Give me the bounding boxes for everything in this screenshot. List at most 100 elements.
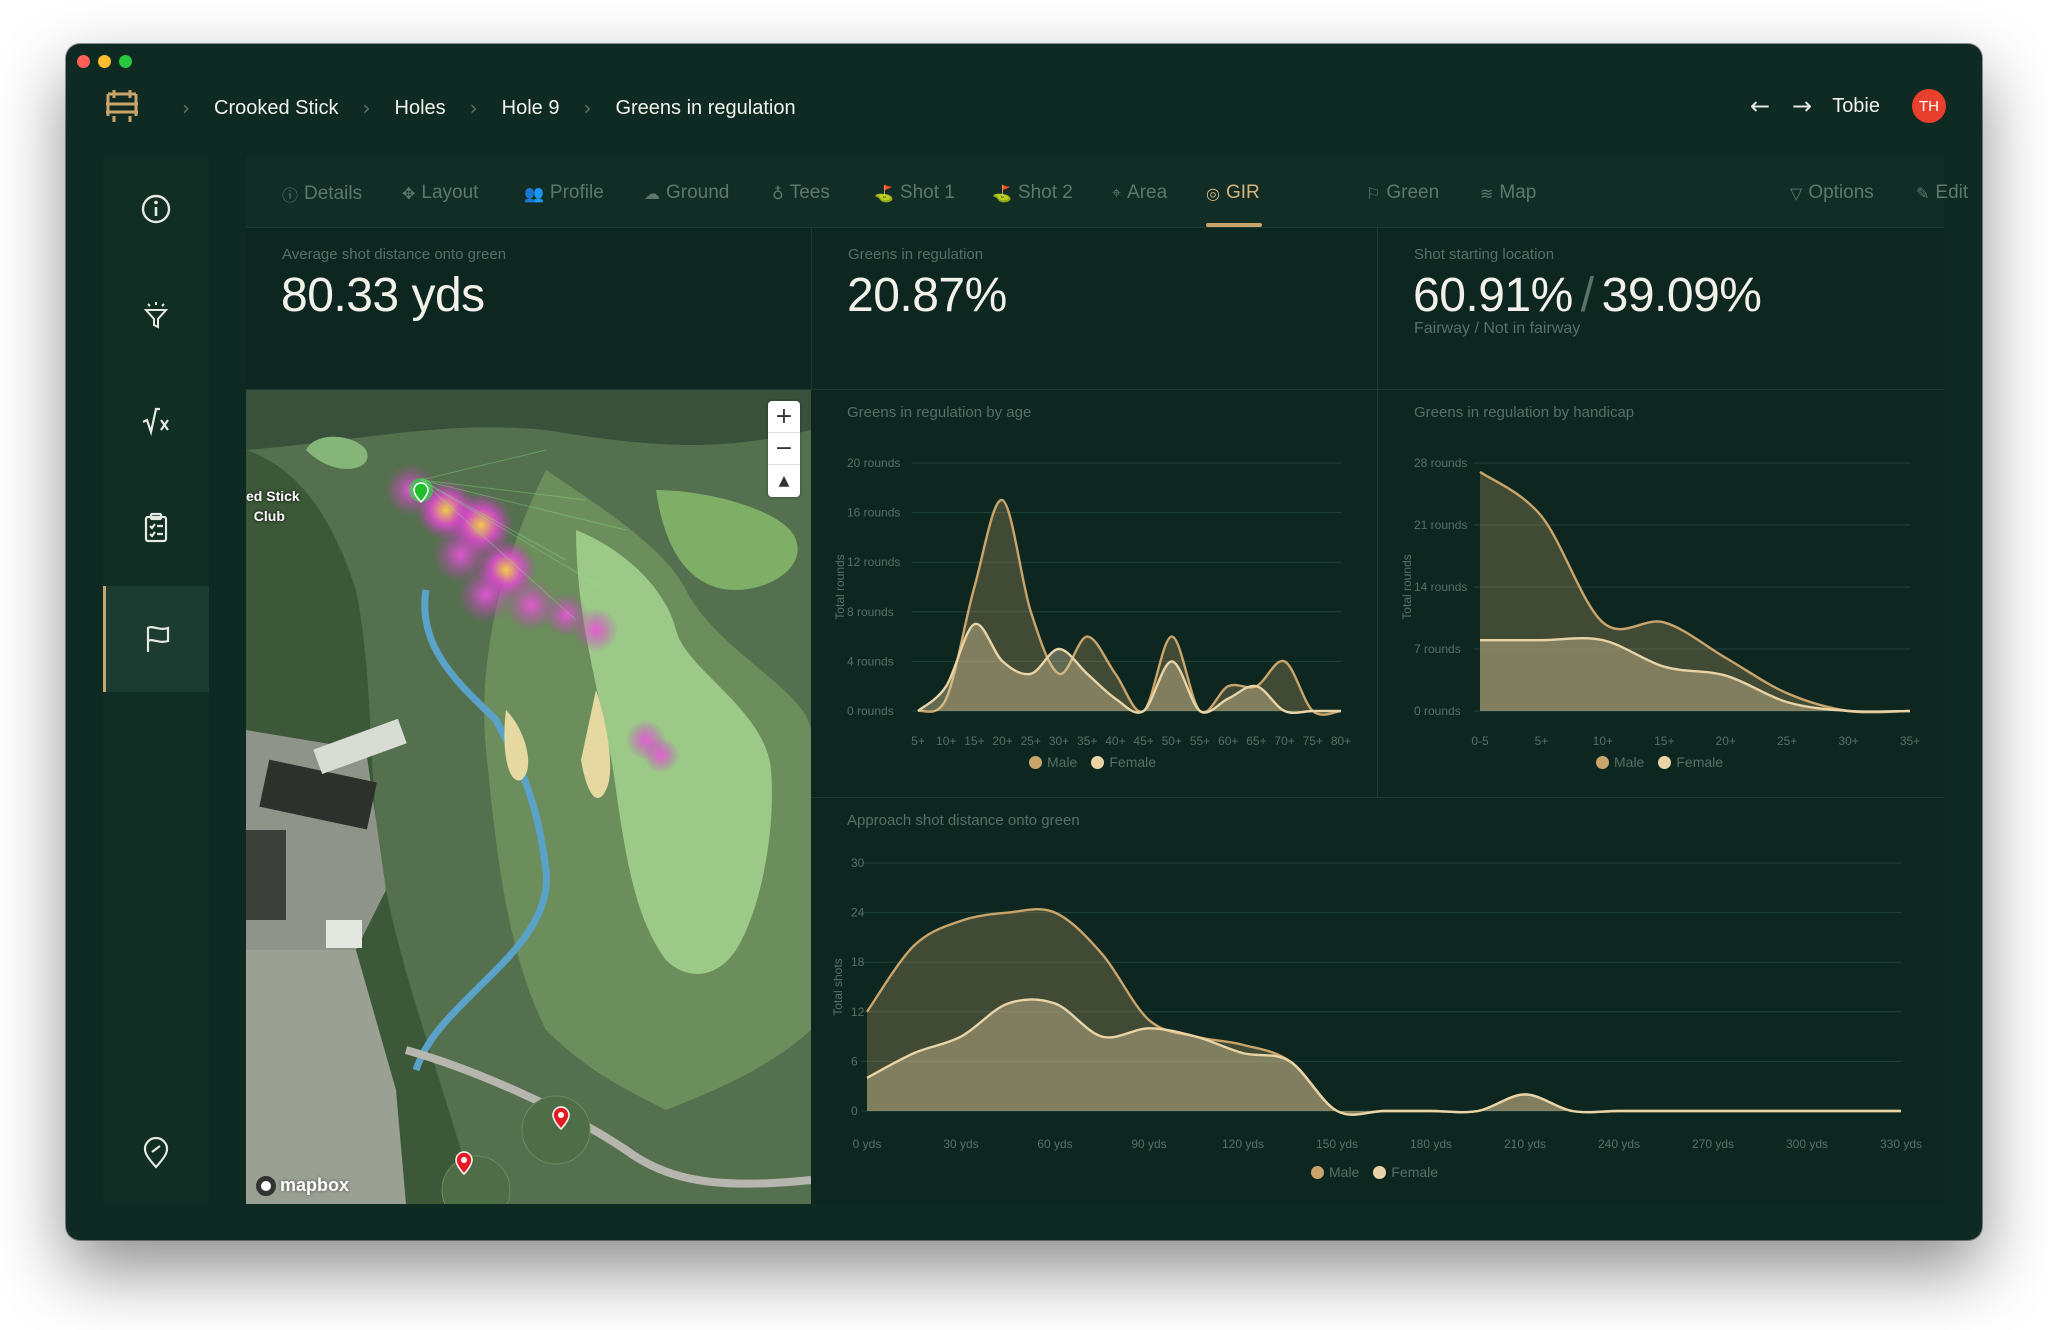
tab-layout[interactable]: ✥ Layout (402, 182, 478, 204)
legend-male[interactable]: Male (1311, 1164, 1359, 1180)
funnel-icon: ▽ (1790, 183, 1803, 203)
history-nav: ← → (1750, 92, 1812, 120)
tab-label: Map (1499, 182, 1537, 203)
sidebar-item-holes[interactable] (103, 586, 209, 692)
legend-swatch (1311, 1165, 1324, 1179)
x-tick-label: 45+ (1133, 734, 1153, 748)
legend-male[interactable]: Male (1596, 754, 1644, 770)
x-tick-label: 90 yds (1131, 1137, 1166, 1151)
users-icon: 👥 (524, 183, 544, 203)
stat-label: Shot starting location (1414, 246, 1555, 263)
x-tick-label: 270 yds (1692, 1137, 1734, 1151)
chart-legend: Male Female (1311, 1164, 1438, 1180)
y-axis-label: Total shots (831, 958, 845, 1015)
zoom-out-button[interactable]: − (768, 433, 800, 465)
x-tick-label: 25+ (1021, 734, 1041, 748)
stat-label: Greens in regulation (848, 246, 984, 263)
app-logo-icon[interactable] (102, 86, 142, 126)
satellite-map-image (246, 390, 811, 1204)
user-name[interactable]: Tobie (1832, 95, 1880, 118)
stat-gir: Greens in regulation 20.87% (812, 228, 1378, 390)
compass-button[interactable]: ▲ (768, 465, 800, 497)
x-tick-label: 60+ (1218, 734, 1238, 748)
tab-label: Layout (421, 182, 479, 203)
x-tick-label: 330 yds (1880, 1137, 1922, 1151)
tab-shot-2[interactable]: ⛳ Shot 2 (992, 182, 1073, 204)
layers-icon: ≋ (1480, 183, 1494, 203)
club-icon: ⛳ (874, 183, 894, 203)
tab-area[interactable]: ⌖ Area (1112, 182, 1167, 204)
tab-label: Shot 2 (1017, 182, 1073, 203)
legend-label: Male (1614, 754, 1645, 770)
mapbox-icon (256, 1175, 276, 1196)
sidebar-item-filter[interactable] (103, 262, 209, 368)
move-icon: ✥ (402, 183, 416, 203)
stat-avg-distance: Average shot distance onto green 80.33 y… (246, 228, 812, 390)
y-tick-label: 20 rounds (847, 456, 900, 470)
edit-icon: ✎ (1916, 183, 1930, 203)
y-tick-label: 16 rounds (847, 506, 900, 520)
mapbox-logo[interactable]: mapbox (256, 1175, 349, 1196)
chart-svg: 0 6 12 18 24 30 Total shots 0 yds 30 yds 60 yds 90… (831, 856, 1922, 1151)
legend-label: Female (1391, 1164, 1439, 1180)
tab-ground[interactable]: ☁ Ground (644, 182, 729, 204)
cloud-icon: ☁ (644, 183, 660, 203)
tab-gir[interactable]: ◎ GIR (1206, 182, 1260, 204)
sidebar-item-location[interactable] (103, 1100, 209, 1206)
legend-swatch (1658, 755, 1672, 769)
sidebar-item-formula[interactable] (103, 368, 209, 474)
target-icon: ◎ (1206, 183, 1220, 203)
legend-female[interactable]: Female (1091, 754, 1156, 770)
x-tick-label: 10+ (1593, 734, 1613, 748)
stat-value: 80.33 yds (281, 269, 485, 322)
x-tick-label: 50+ (1162, 734, 1182, 748)
x-tick-label: 75+ (1303, 734, 1323, 748)
tab-label: Profile (549, 182, 604, 203)
flag-icon (146, 626, 169, 652)
chart-gir-by-age: Greens in regulation by age 0 rounds 4 ro… (811, 390, 1378, 798)
breadcrumb-holes[interactable]: Holes (395, 97, 446, 120)
filter-icon (143, 302, 169, 329)
hole-map[interactable]: ed Stick Club + − ▲ mapbox (246, 390, 811, 1204)
y-tick-label: 30 (851, 856, 865, 870)
stat-value: 60.91%/39.09% (1413, 268, 1762, 323)
tab-shot-1[interactable]: ⛳ Shot 1 (874, 182, 955, 204)
legend-male[interactable]: Male (1029, 754, 1077, 770)
y-tick-label: 12 (851, 1005, 865, 1019)
legend-female[interactable]: Female (1658, 754, 1723, 770)
x-tick-label: 65+ (1246, 734, 1266, 748)
tab-tees[interactable]: ♁ Tees (772, 182, 830, 204)
legend-label: Female (1676, 754, 1724, 770)
legend-swatch (1373, 1165, 1387, 1179)
sidebar (103, 156, 209, 1204)
options-button[interactable]: ▽ Options (1790, 182, 1874, 204)
tab-profile[interactable]: 👥 Profile (524, 182, 604, 204)
breadcrumb-hole[interactable]: Hole 9 (502, 97, 560, 120)
avatar[interactable]: TH (1912, 89, 1946, 123)
sidebar-item-clipboard[interactable] (103, 474, 209, 580)
y-tick-label: 14 rounds (1414, 580, 1467, 594)
stat-sublabel: Fairway / Not in fairway (1414, 320, 1581, 337)
sidebar-item-info[interactable] (103, 156, 209, 262)
zoom-in-button[interactable]: + (768, 401, 800, 433)
legend-female[interactable]: Female (1373, 1164, 1438, 1180)
mapbox-label: mapbox (280, 1175, 350, 1195)
legend-label: Female (1109, 754, 1157, 770)
stat-start-location: Shot starting location 60.91%/39.09% Fai… (1378, 228, 1944, 390)
x-tick-label: 20+ (1716, 734, 1736, 748)
x-tick-label: 10+ (936, 734, 956, 748)
legend-label: Male (1329, 1164, 1360, 1180)
breadcrumb-course[interactable]: Crooked Stick (214, 97, 339, 120)
y-tick-label: 8 rounds (847, 605, 894, 619)
chart-approach-distance: Approach shot distance onto green 0 6 12 18… (811, 798, 1944, 1204)
tab-green[interactable]: ⚐ Green (1366, 182, 1439, 204)
arrow-left-icon[interactable]: ← (1750, 92, 1770, 120)
formula-icon (142, 407, 169, 437)
tab-map[interactable]: ≋ Map (1480, 182, 1536, 204)
arrow-right-icon[interactable]: → (1792, 92, 1812, 120)
not-fairway-pct: 39.09% (1601, 269, 1762, 322)
x-tick-label: 150 yds (1316, 1137, 1358, 1151)
tab-details[interactable]: ⓘ Details (282, 182, 362, 206)
flag-icon: ⚐ (1366, 183, 1381, 203)
edit-button[interactable]: ✎ Edit (1916, 182, 1968, 204)
